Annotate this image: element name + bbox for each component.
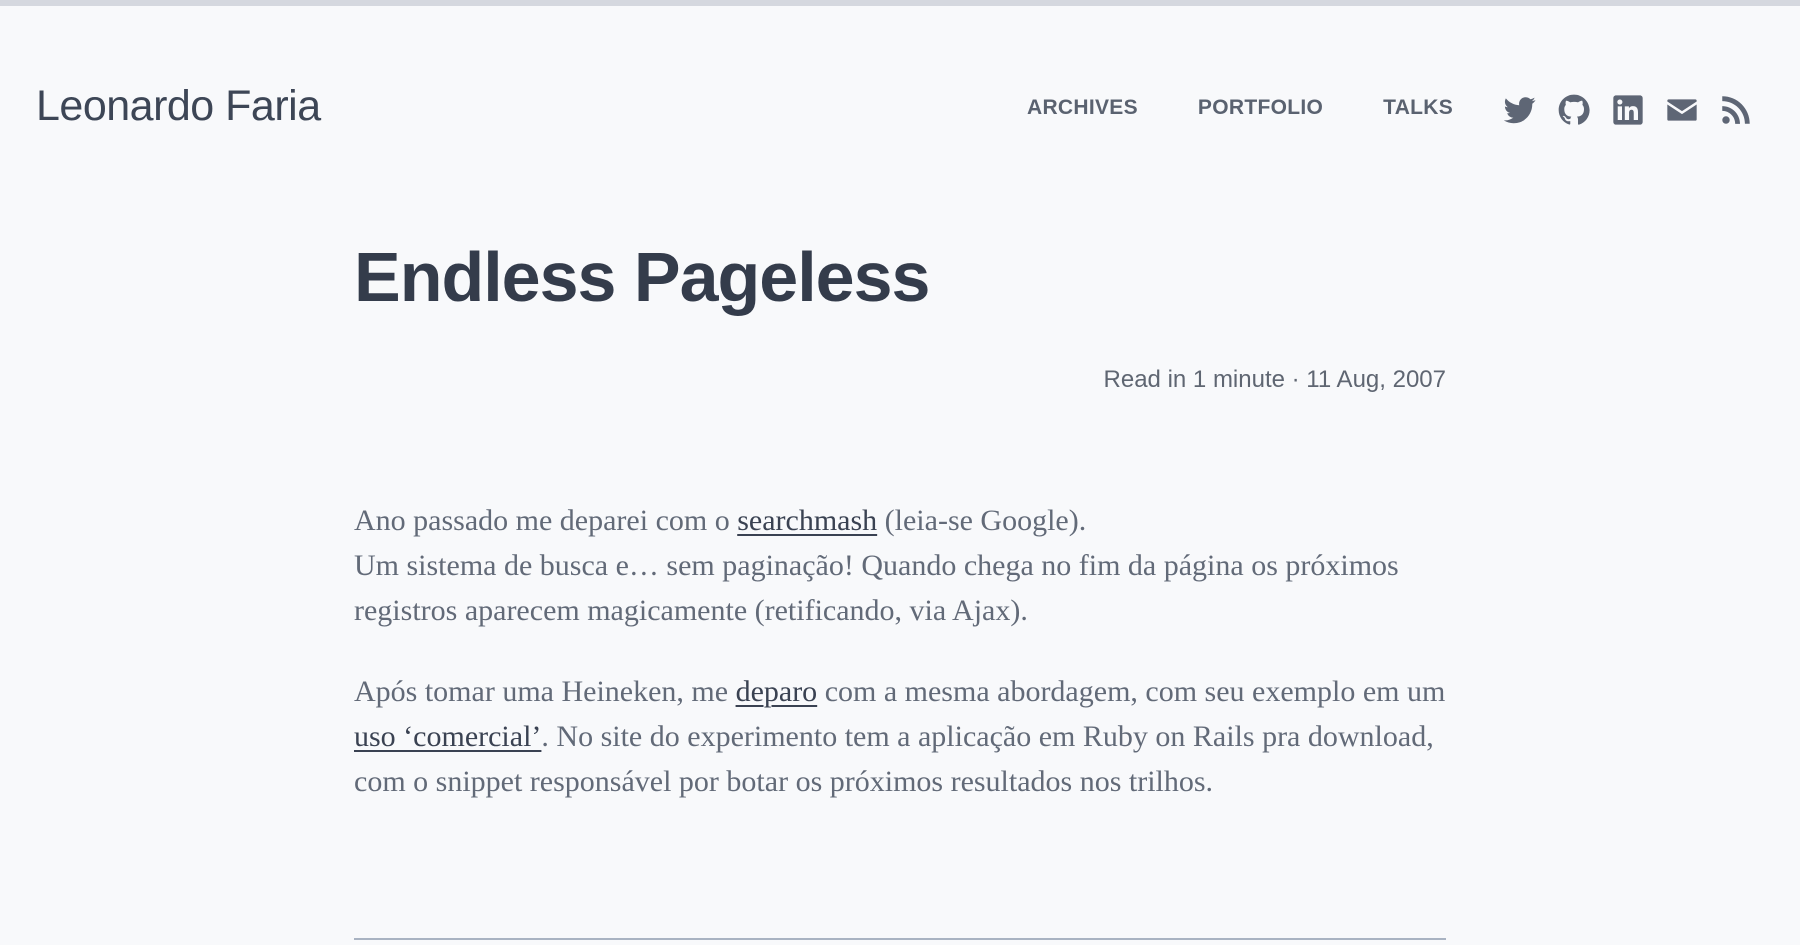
twitter-icon[interactable] bbox=[1504, 94, 1536, 126]
paragraph-1: Ano passado me deparei com o searchmash … bbox=[354, 498, 1446, 633]
site-header: Leonardo Faria ARCHIVES PORTFOLIO TALKS bbox=[0, 6, 1800, 206]
content-divider bbox=[354, 938, 1446, 940]
paragraph-text: (leia-se Google). bbox=[877, 504, 1087, 537]
searchmash-link[interactable]: searchmash bbox=[737, 504, 877, 537]
paragraph-2: Após tomar uma Heineken, me deparo com a… bbox=[354, 669, 1446, 804]
paragraph-text: Um sistema de busca e… sem paginação! Qu… bbox=[354, 549, 1399, 627]
paragraph-text: Ano passado me deparei com o bbox=[354, 504, 738, 537]
nav-item-talks[interactable]: TALKS bbox=[1383, 96, 1453, 120]
rss-icon[interactable] bbox=[1720, 94, 1752, 126]
main-nav: ARCHIVES PORTFOLIO TALKS bbox=[1027, 96, 1513, 120]
nav-item-archives[interactable]: ARCHIVES bbox=[1027, 96, 1138, 120]
post-article: Endless Pageless Read in 1 minute · 11 A… bbox=[354, 232, 1446, 840]
paragraph-text: com a mesma abordagem, com seu exemplo e… bbox=[817, 675, 1446, 708]
post-meta: Read in 1 minute · 11 Aug, 2007 bbox=[1103, 366, 1446, 393]
post-title: Endless Pageless bbox=[354, 238, 930, 316]
email-icon[interactable] bbox=[1666, 94, 1698, 126]
post-content: Ano passado me deparei com o searchmash … bbox=[354, 498, 1446, 804]
uso-comercial-link[interactable]: uso ‘comercial’ bbox=[354, 720, 541, 753]
nav-item-portfolio[interactable]: PORTFOLIO bbox=[1198, 96, 1323, 120]
paragraph-text: Após tomar uma Heineken, me bbox=[354, 675, 736, 708]
social-links bbox=[1504, 94, 1752, 126]
github-icon[interactable] bbox=[1558, 94, 1590, 126]
site-title-link[interactable]: Leonardo Faria bbox=[36, 82, 321, 131]
linkedin-icon[interactable] bbox=[1612, 94, 1644, 126]
deparo-link[interactable]: deparo bbox=[736, 675, 818, 708]
